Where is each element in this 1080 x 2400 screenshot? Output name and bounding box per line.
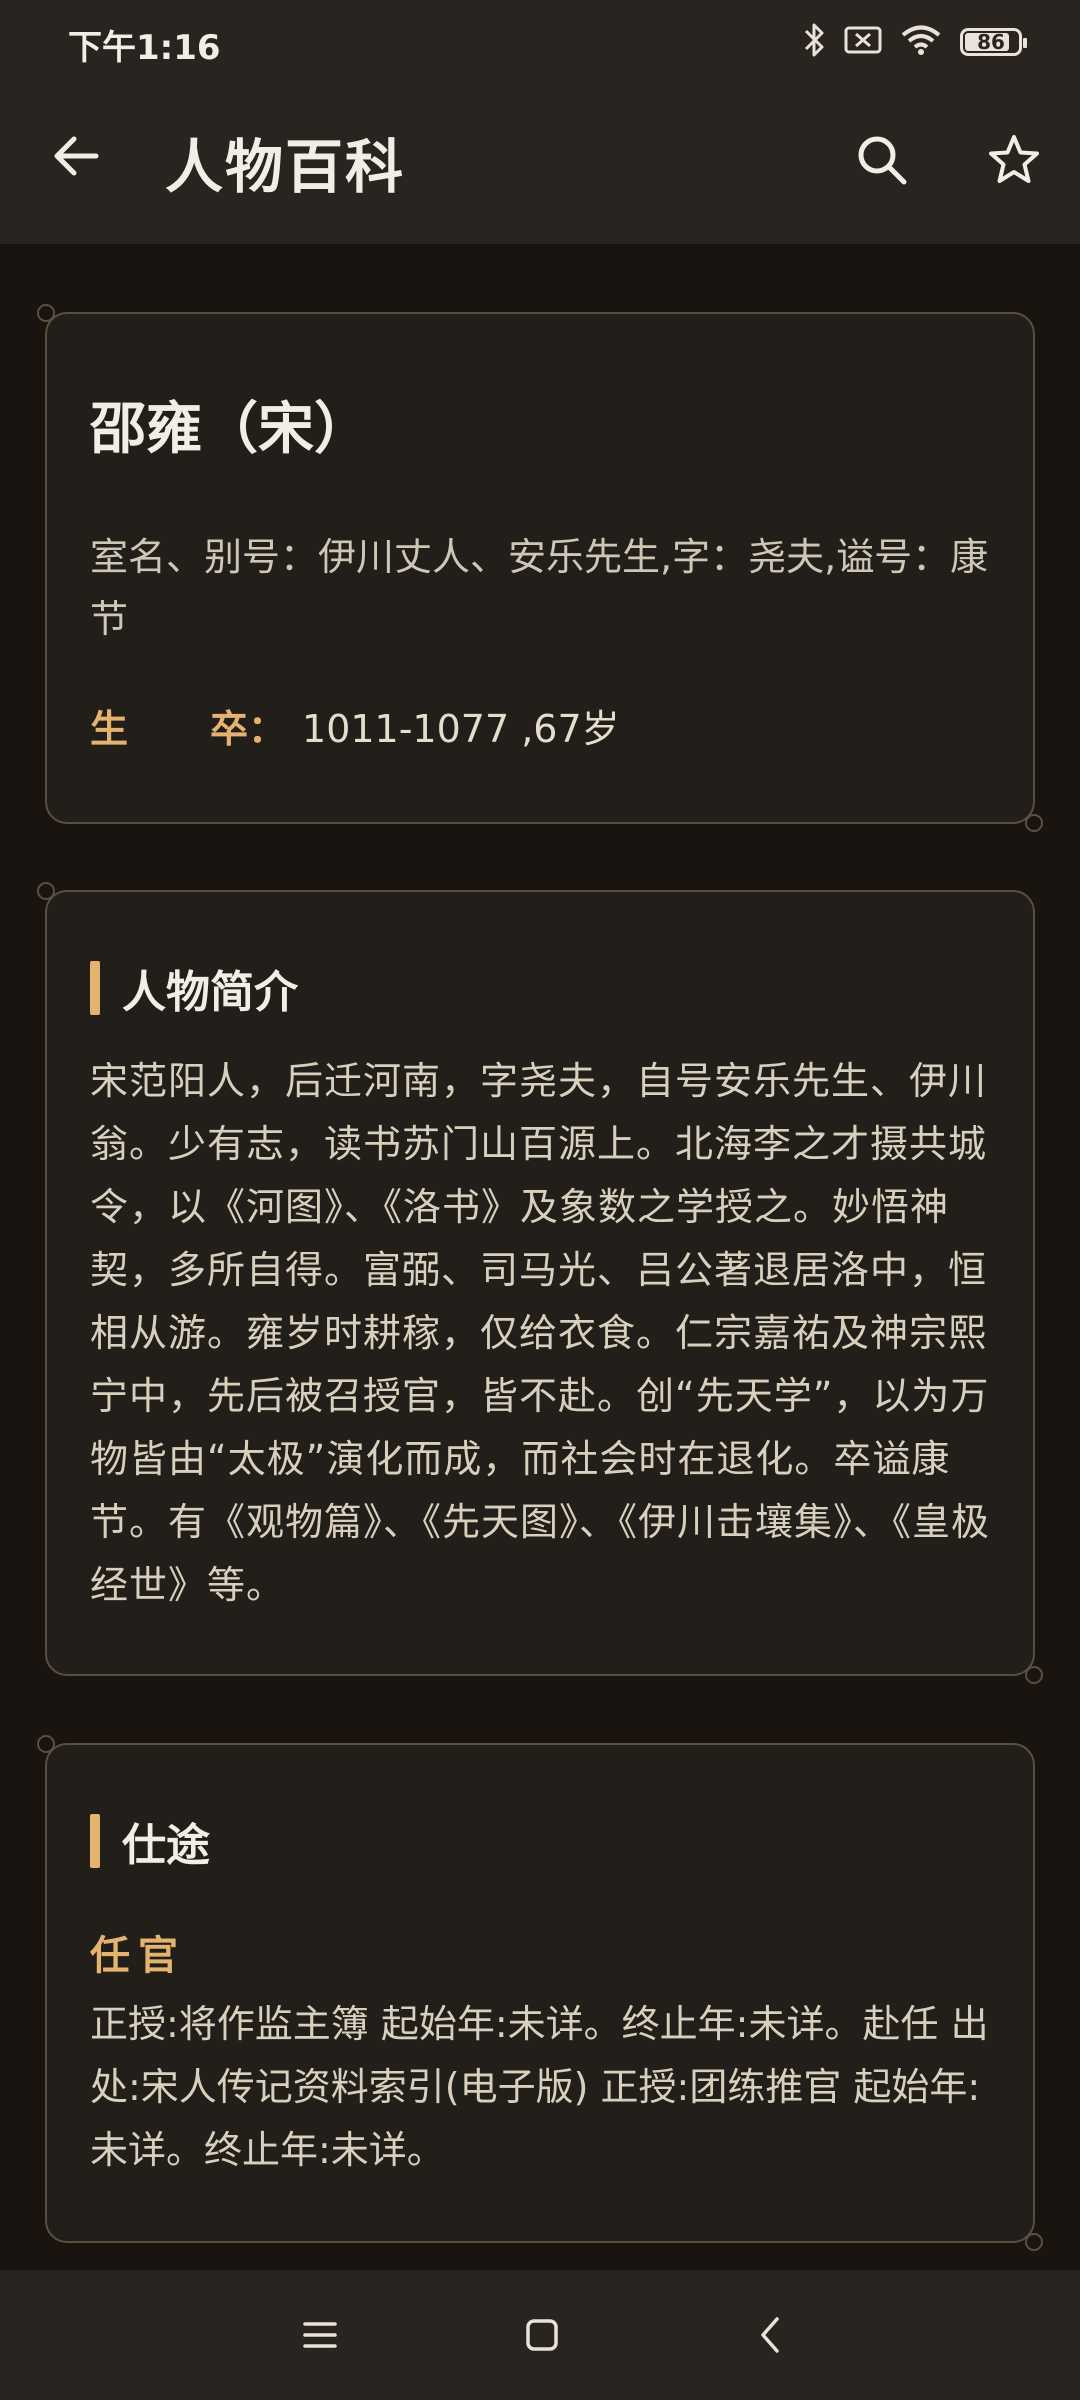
system-nav-bar (0, 2270, 1080, 2400)
nav-back-button[interactable] (730, 2300, 810, 2370)
nav-menu-button[interactable] (280, 2300, 360, 2370)
career-subtitle: 任官 (90, 1932, 186, 1979)
bio-header: 人物简介 (90, 956, 298, 1020)
app-bar: 人物百科 (0, 84, 1080, 244)
bio-card: 人物简介 宋范阳人，后迁河南，字尧夫，自号安乐先生、伊川翁。少有志，读书苏门山百… (37, 882, 1043, 1684)
sim-off-icon (844, 25, 882, 59)
lifespan-value: 1011-1077 ,67岁 (302, 707, 620, 751)
career-title: 仕途 (122, 1820, 210, 1871)
back-icon (761, 2317, 779, 2353)
status-time: 下午1:16 (68, 28, 221, 68)
profile-card: 邵雍（宋） 室名、别号：伊川丈人、安乐先生,字：尧夫,谥号：康节 生 卒： 10… (37, 304, 1043, 832)
career-header: 仕途 (90, 1809, 210, 1873)
page-title: 人物百科 (165, 133, 406, 201)
lifespan-label-death: 卒： (210, 707, 287, 751)
back-button[interactable] (44, 124, 108, 188)
person-aliases: 室名、别号：伊川丈人、安乐先生,字：尧夫,谥号：康节 (90, 535, 989, 641)
star-outline-icon (989, 135, 1039, 183)
lifespan-row: 生 卒： 1011-1077 ,67岁 (90, 698, 620, 753)
battery-level: 86 (977, 30, 1005, 54)
bluetooth-icon (802, 22, 826, 62)
nav-home-button[interactable] (502, 2300, 582, 2370)
career-card: 仕途 任官 正授:将作监主簿 起始年:未详。终止年:未详。赴任 出处:宋人传记资… (37, 1735, 1043, 2251)
home-icon (526, 2319, 558, 2351)
person-name: 邵雍（宋） (90, 397, 370, 462)
status-bar: 下午1:16 86 (0, 0, 1080, 84)
arrow-left-icon (54, 136, 99, 176)
career-text: 正授:将作监主簿 起始年:未详。终止年:未详。赴任 出处:宋人传记资料索引(电子… (90, 2002, 989, 2172)
search-button[interactable] (846, 124, 918, 196)
status-icons: 86 (802, 22, 1027, 62)
battery-icon: 86 (960, 28, 1027, 56)
favorite-button[interactable] (978, 124, 1050, 196)
search-icon (858, 136, 907, 185)
bio-title: 人物简介 (122, 967, 298, 1018)
wifi-icon (900, 24, 942, 60)
lifespan-label-birth: 生 (90, 707, 129, 751)
bio-text: 宋范阳人，后迁河南，字尧夫，自号安乐先生、伊川翁。少有志，读书苏门山百源上。北海… (90, 1059, 991, 1607)
section-accent-bar (90, 1814, 100, 1868)
menu-icon (303, 2322, 337, 2348)
section-accent-bar (90, 961, 100, 1015)
